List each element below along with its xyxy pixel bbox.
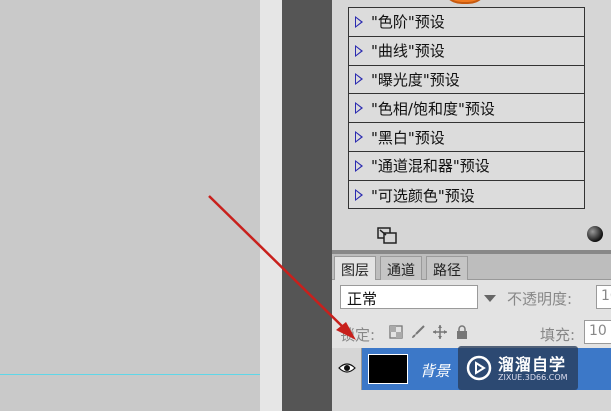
adjustments-footer	[332, 222, 611, 250]
lock-all-icon[interactable]	[454, 324, 470, 340]
layer-thumbnail[interactable]	[368, 354, 408, 384]
expand-triangle-icon	[355, 102, 363, 115]
visibility-toggle[interactable]	[332, 348, 362, 390]
preset-channel-mixer[interactable]: "通道混和器"预设	[349, 152, 584, 181]
clip-to-layer-icon[interactable]	[376, 226, 398, 244]
preset-label: "黑白"预设	[371, 128, 445, 147]
fill-label: 填充:	[540, 326, 576, 344]
watermark-logo-icon	[466, 355, 492, 381]
blend-mode-select[interactable]: 正常	[340, 285, 478, 309]
document-canvas[interactable]	[0, 0, 260, 411]
expand-triangle-icon	[355, 44, 363, 57]
watermark: 溜溜自学 ZIXUE.3D66.COM	[458, 346, 578, 390]
preset-label: "可选颜色"预设	[371, 186, 475, 205]
guide-line	[0, 374, 260, 375]
preset-label: "色阶"预设	[371, 13, 445, 32]
preset-curves[interactable]: "曲线"预设	[349, 37, 584, 66]
lock-row: 锁定: 填充: 10	[332, 316, 611, 348]
lock-icons	[388, 324, 470, 340]
expand-triangle-icon	[355, 131, 363, 144]
circle-toggle-icon[interactable]	[587, 226, 603, 242]
tab-paths[interactable]: 路径	[426, 256, 468, 280]
expand-triangle-icon	[355, 159, 363, 172]
fill-input[interactable]: 10	[584, 320, 611, 344]
adjustment-presets-list: "色阶"预设 "曲线"预设 "曝光度"预设 "色相/饱和度"预设 "黑白"预设 …	[348, 7, 585, 209]
opacity-label: 不透明度:	[507, 290, 573, 308]
lock-brush-icon[interactable]	[410, 324, 426, 340]
workspace-gutter	[282, 0, 332, 411]
lock-transparent-icon[interactable]	[388, 324, 404, 340]
dropdown-arrow-icon[interactable]	[484, 295, 496, 302]
layer-name[interactable]: 背景	[420, 360, 450, 381]
expand-triangle-icon	[355, 15, 363, 28]
preset-label: "曲线"预设	[371, 42, 445, 61]
tab-layers[interactable]: 图层	[334, 256, 376, 280]
preset-label: "曝光度"预设	[371, 70, 460, 89]
watermark-url: ZIXUE.3D66.COM	[498, 373, 568, 382]
panel-bottom	[332, 390, 611, 411]
preset-selective-color[interactable]: "可选颜色"预设	[349, 181, 584, 210]
expand-triangle-icon	[355, 189, 363, 202]
preset-exposure[interactable]: "曝光度"预设	[349, 66, 584, 95]
blend-row: 正常 不透明度: 10	[332, 280, 611, 316]
tab-channels[interactable]: 通道	[380, 256, 422, 280]
preset-hue-saturation[interactable]: "色相/饱和度"预设	[349, 94, 584, 124]
lock-move-icon[interactable]	[432, 324, 448, 340]
orange-knob	[440, 0, 490, 4]
preset-label: "色相/饱和度"预设	[371, 99, 495, 118]
eye-icon	[338, 363, 356, 373]
canvas-edge	[260, 0, 282, 411]
layers-tabs: 图层 通道 路径	[332, 254, 611, 280]
lock-label: 锁定:	[340, 326, 376, 344]
opacity-input[interactable]: 10	[596, 285, 611, 309]
preset-label: "通道混和器"预设	[371, 157, 490, 176]
preset-black-white[interactable]: "黑白"预设	[349, 123, 584, 152]
preset-levels[interactable]: "色阶"预设	[349, 8, 584, 37]
watermark-title: 溜溜自学	[498, 355, 567, 374]
expand-triangle-icon	[355, 73, 363, 86]
